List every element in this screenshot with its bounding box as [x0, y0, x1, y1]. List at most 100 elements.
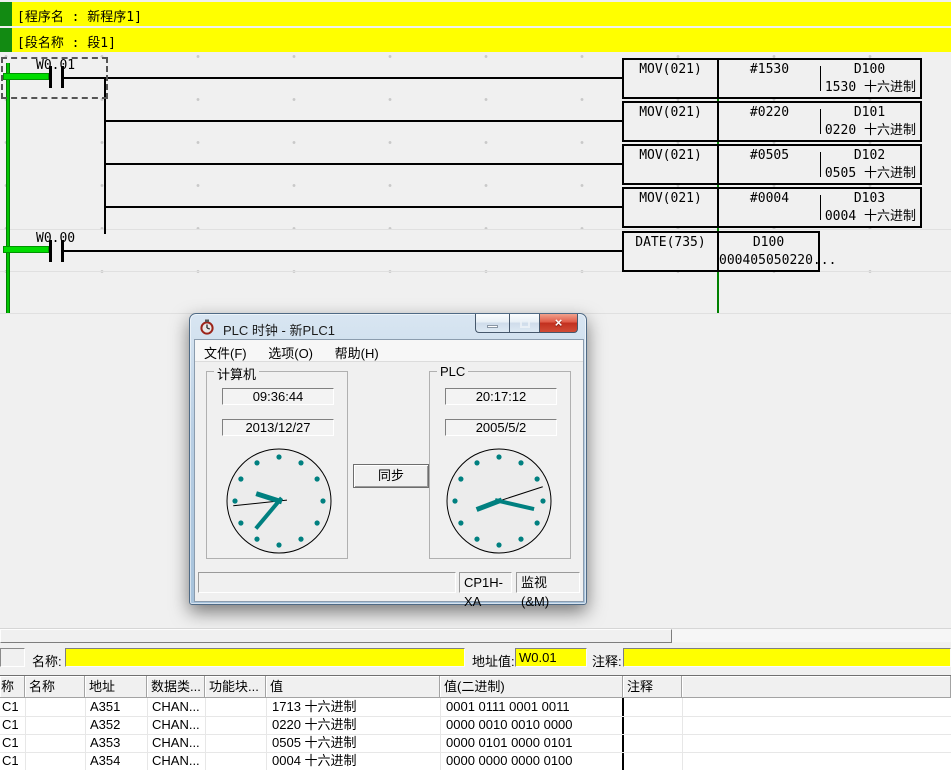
instruction-operand1: #0004 — [719, 191, 820, 206]
cell-value[interactable]: 0004 十六进制 — [272, 752, 357, 770]
col-plcname[interactable]: 称 — [0, 676, 25, 698]
computer-group: 计算机 09:36:44 2013/12/27 — [206, 371, 348, 559]
cell-binary[interactable]: 0000 0101 0000 0101 — [446, 734, 573, 752]
watch-corner-cell — [0, 648, 25, 667]
col-comment[interactable]: 注释 — [623, 676, 682, 698]
col-address[interactable]: 地址 — [85, 676, 147, 698]
rung-margin-block — [0, 2, 12, 26]
cell-plcname[interactable]: C1 — [2, 734, 19, 752]
dialog-title-bar[interactable]: PLC 时钟 - 新PLC1 × — [190, 314, 586, 339]
operand-monitor-value: 0220 十六进制 — [825, 119, 916, 138]
cell-address[interactable]: A353 — [90, 734, 120, 752]
cell-binary[interactable]: 0001 0111 0001 0011 — [446, 698, 570, 716]
energized-wire — [3, 246, 49, 253]
mov-instruction-1[interactable]: MOV(021) #1530 D100 1530 十六进制 — [622, 58, 922, 99]
cell-address[interactable]: A351 — [90, 698, 120, 716]
dialog-client-area: 文件(F) 选项(O) 帮助(H) 计算机 09:36:44 2013/12/2… — [194, 339, 584, 602]
plc-group: PLC 20:17:12 2005/5/2 — [429, 371, 571, 559]
instruction-operand2: D103 — [821, 191, 918, 206]
cell-plcname[interactable]: C1 — [2, 752, 19, 770]
cell-binary[interactable]: 0000 0010 0010 0000 — [446, 716, 573, 734]
cell-plcname[interactable]: C1 — [2, 716, 19, 734]
contact-label: W0.00 — [36, 231, 75, 246]
mov-instruction-4[interactable]: MOV(021) #0004 D103 0004 十六进制 — [622, 187, 922, 228]
comment-input[interactable] — [623, 648, 951, 667]
instruction-mnemonic: DATE(735) — [624, 235, 717, 250]
name-input[interactable] — [65, 648, 465, 667]
cell-binary[interactable]: 0000 0000 0000 0100 — [446, 752, 573, 770]
col-value[interactable]: 值 — [266, 676, 440, 698]
menu-file[interactable]: 文件(F) — [195, 340, 256, 362]
cell-datatype[interactable]: CHAN... — [152, 752, 200, 770]
plc-group-label: PLC — [437, 364, 468, 379]
rung-margin-block — [0, 28, 12, 52]
watch-row-2[interactable]: C1 A352 CHAN... 0220 十六进制 0000 0010 0010… — [0, 716, 951, 734]
cell-value[interactable]: 1713 十六进制 — [272, 698, 357, 716]
col-empty — [682, 676, 951, 698]
app-window: [程序名 : 新程序1] [段名称 : 段1] W0.01 W0.00 — [0, 0, 951, 770]
cell-address[interactable]: A352 — [90, 716, 120, 734]
dialog-title: PLC 时钟 - 新PLC1 — [223, 320, 335, 339]
contact-w000[interactable] — [49, 240, 52, 262]
rung2-wire — [63, 250, 622, 252]
instruction-operand1: #1530 — [719, 62, 820, 77]
mov-instruction-2[interactable]: MOV(021) #0220 D101 0220 十六进制 — [622, 101, 922, 142]
instruction-operand1: #0220 — [719, 105, 820, 120]
watch-row-3[interactable]: C1 A353 CHAN... 0505 十六进制 0000 0101 0000… — [0, 734, 951, 752]
address-label: 地址值: — [472, 651, 515, 670]
maximize-button[interactable] — [509, 314, 540, 333]
status-plc-model: CP1H-XA — [459, 572, 512, 593]
section-name-text: [段名称 : 段1] — [17, 32, 116, 51]
operand-monitor-value: 0505 十六进制 — [825, 162, 916, 181]
dialog-menu-bar: 文件(F) 选项(O) 帮助(H) — [195, 340, 583, 362]
sync-button[interactable]: 同步 — [353, 464, 429, 488]
date-instruction[interactable]: DATE(735) D100 000405050220... — [622, 231, 820, 272]
col-binary[interactable]: 值(二进制) — [440, 676, 623, 698]
maximize-icon — [520, 319, 530, 328]
watch-table-body: C1 A351 CHAN... 1713 十六进制 0001 0111 0001… — [0, 698, 951, 770]
contact-w000[interactable] — [61, 240, 64, 262]
operand-monitor-value: 000405050220... — [719, 253, 818, 268]
computer-time-field: 09:36:44 — [222, 388, 334, 405]
plc-clock-dialog: PLC 时钟 - 新PLC1 × 文件(F) 选项(O) 帮助(H) 计算机 0… — [189, 313, 587, 605]
program-name-bar: [程序名 : 新程序1] — [0, 2, 951, 26]
watch-row-1[interactable]: C1 A351 CHAN... 1713 十六进制 0001 0111 0001… — [0, 698, 951, 716]
status-plc-mode: 监视(&M) — [516, 572, 580, 593]
address-input[interactable]: W0.01 — [515, 648, 587, 667]
mov-instruction-3[interactable]: MOV(021) #0505 D102 0505 十六进制 — [622, 144, 922, 185]
selection-marquee — [1, 57, 108, 99]
branch-wire-2 — [104, 120, 622, 122]
col-fb[interactable]: 功能块... — [205, 676, 266, 698]
close-button[interactable]: × — [540, 314, 578, 333]
cell-value[interactable]: 0505 十六进制 — [272, 734, 357, 752]
branch-wire-4 — [104, 206, 622, 208]
minimize-icon — [487, 325, 498, 328]
menu-help[interactable]: 帮助(H) — [326, 340, 388, 362]
cell-datatype[interactable]: CHAN... — [152, 698, 200, 716]
watch-row-4[interactable]: C1 A354 CHAN... 0004 十六进制 0000 0000 0000… — [0, 752, 951, 770]
horizontal-scrollbar-thumb[interactable] — [0, 629, 672, 643]
cell-datatype[interactable]: CHAN... — [152, 716, 200, 734]
ladder-editor[interactable]: W0.01 W0.00 MOV(021) #1530 D100 1530 十六进… — [0, 52, 951, 313]
rung1-wire — [63, 77, 622, 79]
program-name-text: [程序名 : 新程序1] — [17, 6, 142, 25]
menu-options[interactable]: 选项(O) — [259, 340, 322, 362]
plc-date-field: 2005/5/2 — [445, 419, 557, 436]
operand-monitor-value: 0004 十六进制 — [825, 205, 916, 224]
horizontal-scrollbar-track[interactable] — [0, 628, 951, 642]
instruction-operand2: D102 — [821, 148, 918, 163]
left-power-rail — [6, 63, 10, 313]
watch-table-header: 称 名称 地址 数据类... 功能块... 值 值(二进制) 注释 — [0, 676, 951, 698]
plc-analog-clock — [444, 446, 554, 556]
cell-address[interactable]: A354 — [90, 752, 120, 770]
col-datatype[interactable]: 数据类... — [147, 676, 205, 698]
dialog-status-bar: CP1H-XA 监视(&M) — [196, 572, 582, 593]
instruction-mnemonic: MOV(021) — [624, 191, 717, 206]
cell-plcname[interactable]: C1 — [2, 698, 19, 716]
cell-datatype[interactable]: CHAN... — [152, 734, 200, 752]
col-name[interactable]: 名称 — [25, 676, 85, 698]
minimize-button[interactable] — [475, 314, 509, 333]
operand-monitor-value: 1530 十六进制 — [825, 76, 916, 95]
name-label: 名称: — [32, 651, 62, 670]
cell-value[interactable]: 0220 十六进制 — [272, 716, 357, 734]
